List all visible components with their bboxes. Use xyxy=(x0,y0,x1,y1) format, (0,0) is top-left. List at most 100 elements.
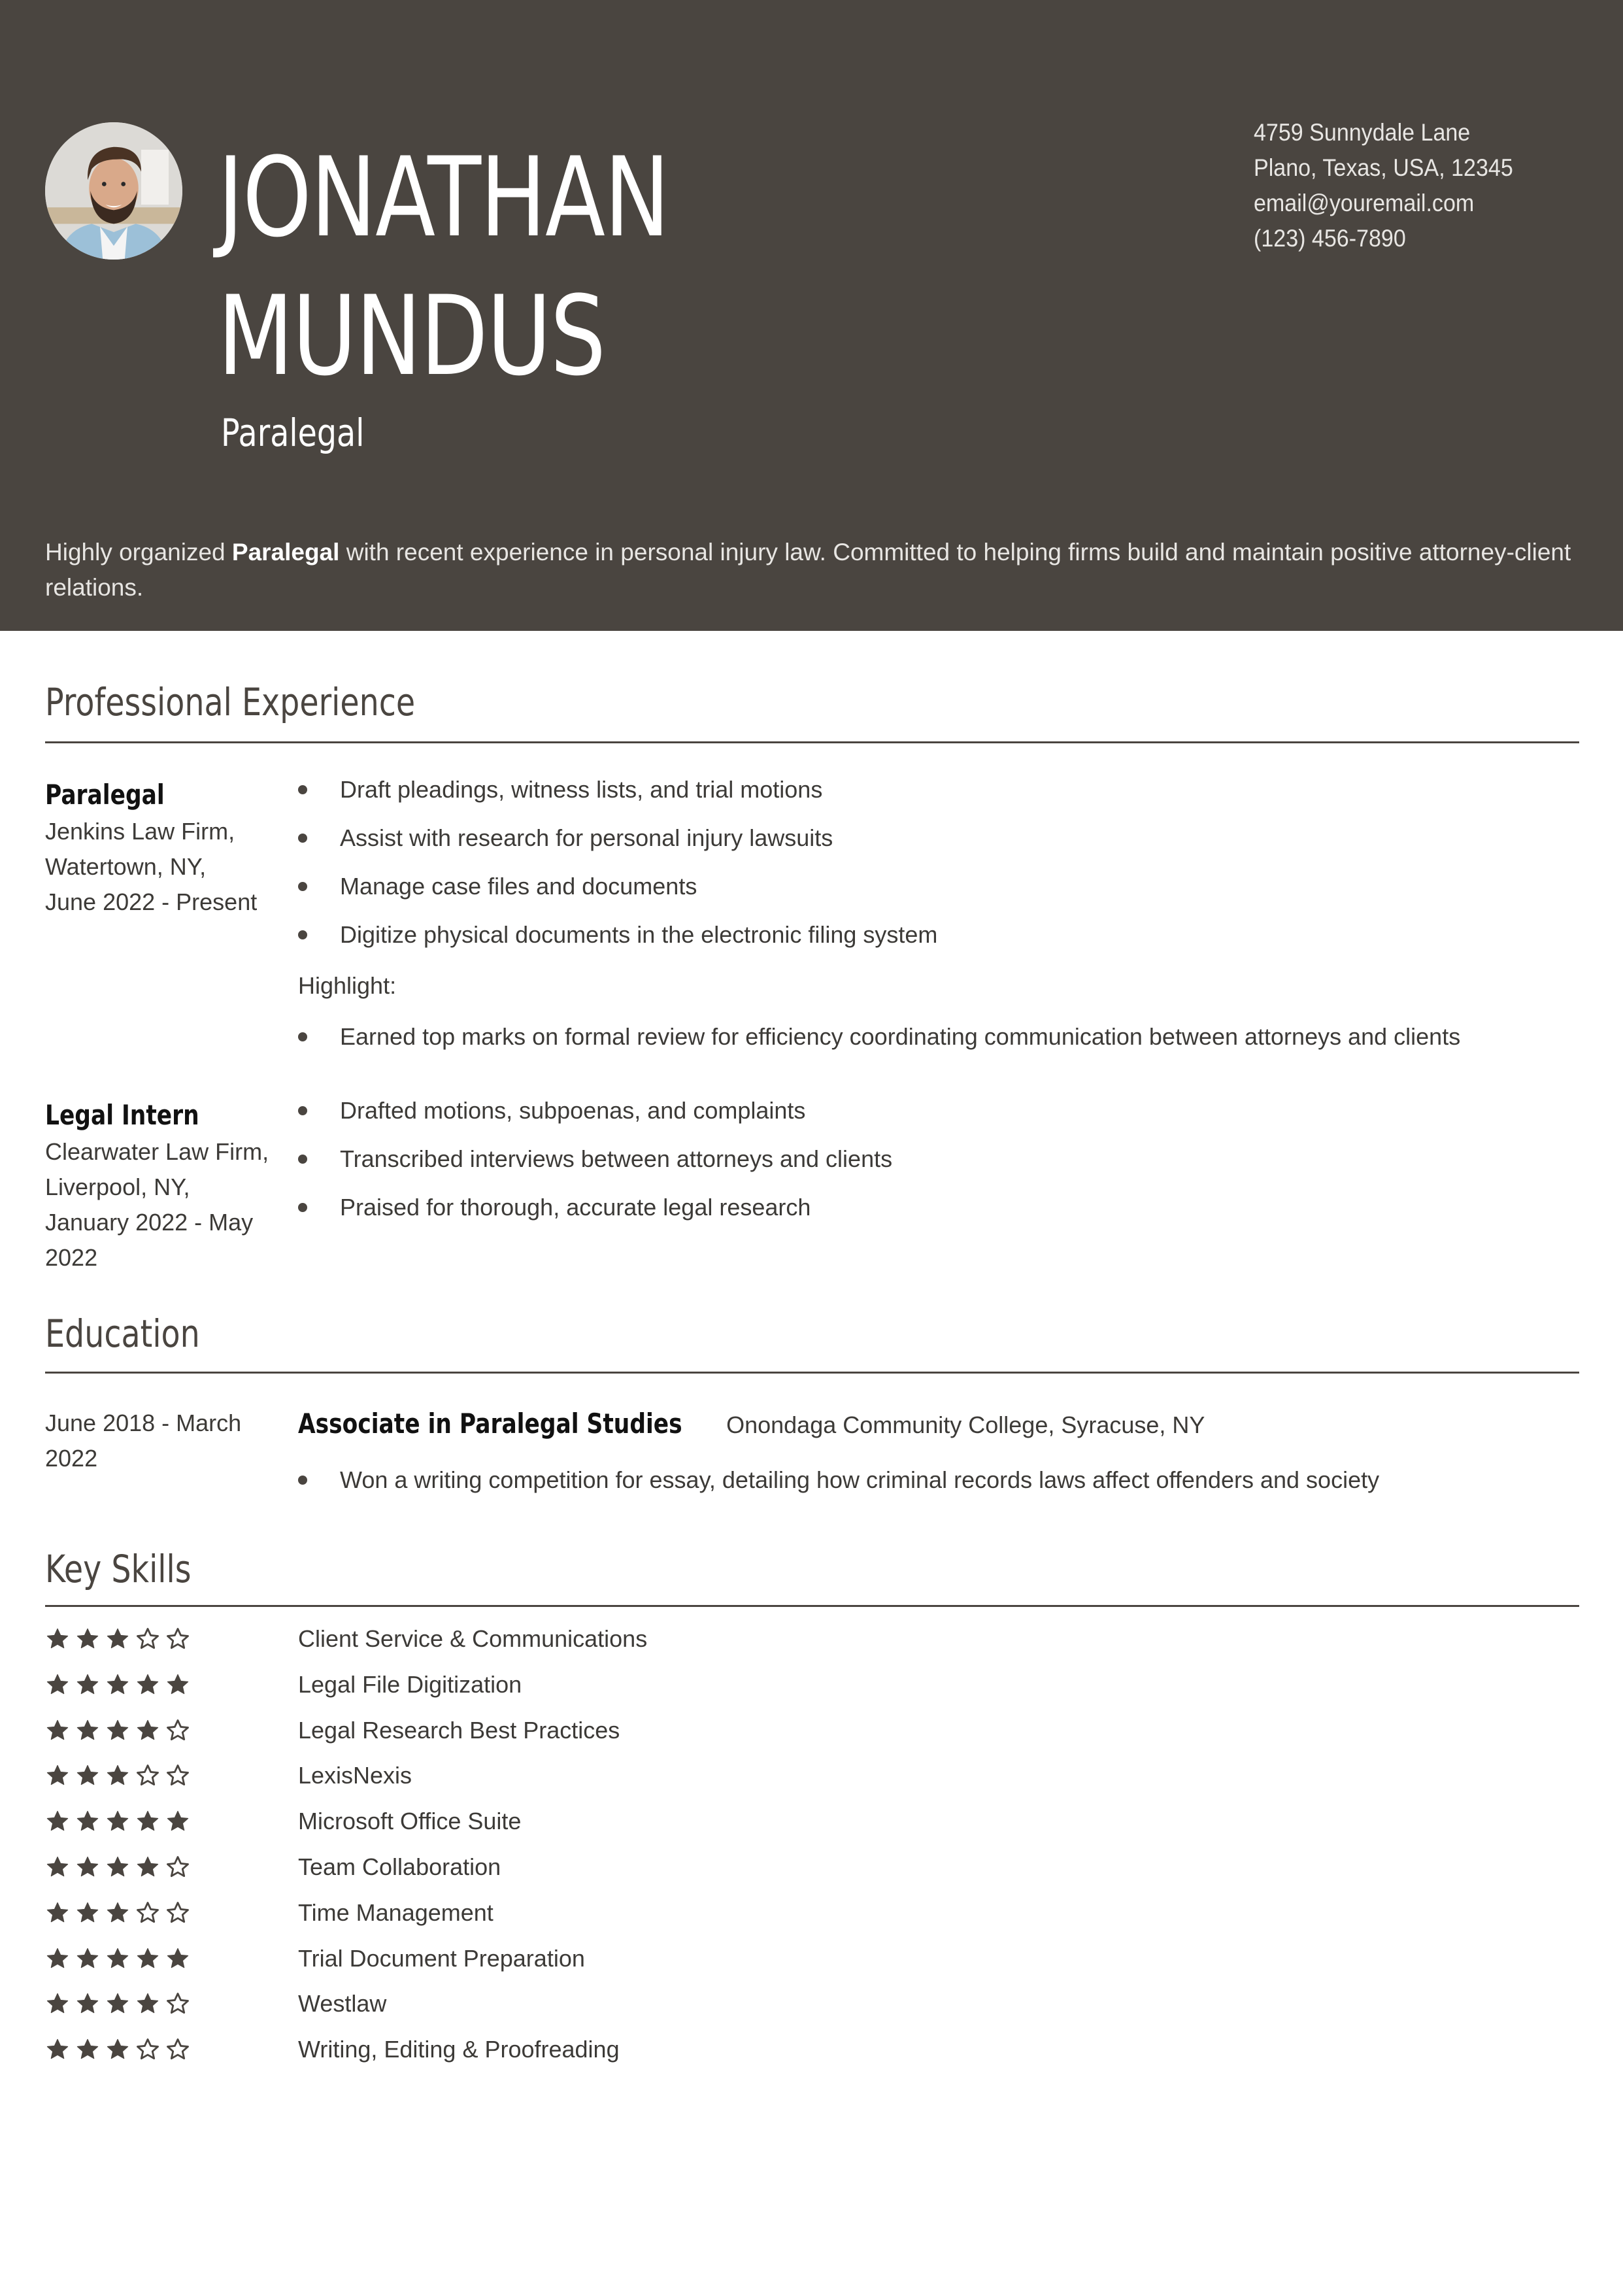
star-filled-icon xyxy=(107,1628,129,1649)
star-filled-icon xyxy=(76,1674,99,1695)
person-photo-icon xyxy=(45,122,182,260)
skill-rating xyxy=(45,1809,190,1834)
job-highlights-list: Earned top marks on formal review for ef… xyxy=(298,1019,1460,1068)
star-filled-icon xyxy=(137,1993,159,2014)
skill-name: Westlaw xyxy=(298,1990,387,2017)
education-heading: Associate in Paralegal Studies Onondaga … xyxy=(298,1408,1205,1440)
resume-header: JONATHAN MUNDUS Paralegal 4759 Sunnydale… xyxy=(0,0,1623,631)
star-filled-icon xyxy=(107,1719,129,1740)
list-item: Won a writing competition for essay, det… xyxy=(298,1462,1379,1511)
section-title-skills: Key Skills xyxy=(45,1547,192,1591)
star-filled-icon xyxy=(107,1902,129,1923)
skill-rating xyxy=(45,1900,190,1925)
star-filled-icon xyxy=(46,1856,69,1877)
star-filled-icon xyxy=(46,1628,69,1649)
star-filled-icon xyxy=(107,1948,129,1968)
section-divider xyxy=(45,1605,1579,1607)
summary-prefix: Highly organized xyxy=(45,539,232,566)
degree-name: Associate in Paralegal Studies xyxy=(298,1408,682,1440)
profile-photo xyxy=(45,122,182,260)
highlight-label: Highlight: xyxy=(298,972,397,999)
email[interactable]: email@youremail.com xyxy=(1254,186,1513,221)
star-filled-icon xyxy=(76,1719,99,1740)
star-filled-icon xyxy=(46,1993,69,2014)
star-filled-icon xyxy=(76,1811,99,1831)
address-line-2: Plano, Texas, USA, 12345 xyxy=(1254,154,1513,181)
star-empty-icon xyxy=(137,1901,159,1923)
skill-rating xyxy=(45,2037,190,2062)
star-filled-icon xyxy=(46,1765,69,1785)
star-filled-icon xyxy=(76,1902,99,1923)
section-divider xyxy=(45,1372,1579,1374)
skill-rating xyxy=(45,1627,190,1651)
job-role: Paralegal xyxy=(45,779,165,811)
section-title-education: Education xyxy=(45,1311,200,1356)
star-empty-icon xyxy=(137,1764,159,1786)
list-item: Assist with research for personal injury… xyxy=(298,820,937,869)
star-empty-icon xyxy=(167,1993,189,2014)
education-dates: June 2018 - March 2022 xyxy=(45,1406,267,1476)
section-title-experience: Professional Experience xyxy=(45,680,416,724)
job-dates: June 2022 - Present xyxy=(45,888,258,915)
star-filled-icon xyxy=(107,1674,129,1695)
skill-name: Writing, Editing & Proofreading xyxy=(298,2036,620,2063)
job-dates: January 2022 - May xyxy=(45,1209,254,1236)
job-title: Paralegal xyxy=(221,411,365,455)
list-item: Digitize physical documents in the elect… xyxy=(298,917,937,966)
star-filled-icon xyxy=(76,1856,99,1877)
job-role: Legal Intern xyxy=(45,1099,199,1131)
star-filled-icon xyxy=(46,1811,69,1831)
job-duties-list: Drafted motions, subpoenas, and complain… xyxy=(298,1093,892,1238)
star-filled-icon xyxy=(137,1811,159,1831)
star-filled-icon xyxy=(46,2039,69,2059)
skill-name: Team Collaboration xyxy=(298,1853,501,1880)
star-filled-icon xyxy=(107,1765,129,1785)
star-filled-icon xyxy=(107,1856,129,1877)
list-item: Drafted motions, subpoenas, and complain… xyxy=(298,1093,892,1141)
star-empty-icon xyxy=(167,1764,189,1786)
star-filled-icon xyxy=(137,1856,159,1877)
list-item: Earned top marks on formal review for ef… xyxy=(298,1019,1460,1068)
star-empty-icon xyxy=(167,1628,189,1649)
star-empty-icon xyxy=(137,2038,159,2060)
skill-rating xyxy=(45,1672,190,1697)
skill-name: Legal Research Best Practices xyxy=(298,1716,620,1744)
job-duties-list: Draft pleadings, witness lists, and tria… xyxy=(298,772,937,966)
star-empty-icon xyxy=(137,1628,159,1649)
star-filled-icon xyxy=(137,1719,159,1740)
phone[interactable]: (123) 456-7890 xyxy=(1254,221,1513,256)
star-filled-icon xyxy=(76,1628,99,1649)
skill-rating xyxy=(45,1946,190,1971)
skill-rating xyxy=(45,1855,190,1880)
job-meta: Legal Intern Clearwater Law Firm, Liverp… xyxy=(45,1097,269,1275)
list-item: Transcribed interviews between attorneys… xyxy=(298,1141,892,1190)
star-filled-icon xyxy=(137,1674,159,1695)
list-item: Praised for thorough, accurate legal res… xyxy=(298,1190,892,1238)
address-line-1: 4759 Sunnydale Lane xyxy=(1254,119,1471,146)
star-empty-icon xyxy=(167,1856,189,1878)
job-dates-cont: 2022 xyxy=(45,1244,98,1271)
job-location: Liverpool, NY, xyxy=(45,1173,190,1200)
star-filled-icon xyxy=(167,1811,189,1831)
job-employer: Jenkins Law Firm, xyxy=(45,818,235,845)
first-name: JONATHAN xyxy=(218,133,670,262)
star-filled-icon xyxy=(46,1719,69,1740)
star-filled-icon xyxy=(137,1948,159,1968)
school-name: Onondaga Community College, Syracuse, NY xyxy=(726,1411,1205,1438)
skill-name: Trial Document Preparation xyxy=(298,1944,585,1972)
star-empty-icon xyxy=(167,1719,189,1740)
job-meta: Paralegal Jenkins Law Firm, Watertown, N… xyxy=(45,777,267,920)
skill-name: Time Management xyxy=(298,1899,494,1926)
star-filled-icon xyxy=(76,2039,99,2059)
education-bullets: Won a writing competition for essay, det… xyxy=(298,1462,1379,1511)
star-filled-icon xyxy=(107,1993,129,2014)
star-filled-icon xyxy=(76,1993,99,2014)
professional-summary: Highly organized Paralegal with recent e… xyxy=(45,535,1588,605)
list-item: Manage case files and documents xyxy=(298,869,937,917)
skill-name: Microsoft Office Suite xyxy=(298,1808,522,1835)
contact-info: 4759 Sunnydale Lane Plano, Texas, USA, 1… xyxy=(1254,115,1535,256)
star-filled-icon xyxy=(167,1674,189,1695)
skill-name: Legal File Digitization xyxy=(298,1670,522,1698)
star-filled-icon xyxy=(76,1765,99,1785)
star-filled-icon xyxy=(46,1948,69,1968)
